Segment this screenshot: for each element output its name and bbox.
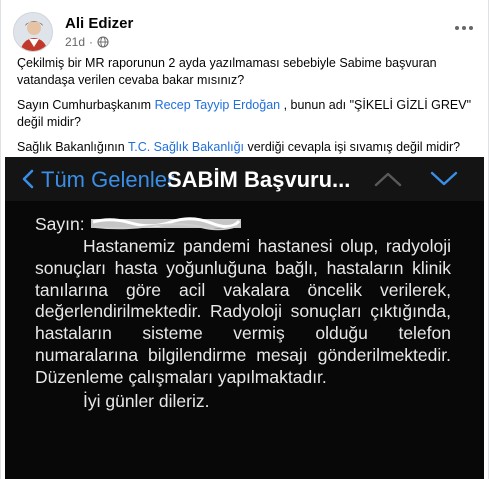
- post-paragraph-3: Sağlık Bakanlığının T.C. Sağlık Bakanlığ…: [17, 139, 477, 156]
- post-time[interactable]: 21d: [65, 35, 85, 49]
- author-name[interactable]: Ali Edizer: [65, 15, 133, 32]
- chevron-left-icon[interactable]: [21, 169, 35, 189]
- post-header: Ali Edizer 21d ·: [13, 12, 478, 52]
- post-card: Ali Edizer 21d · Çekilmiş bir MR raporun…: [0, 0, 489, 479]
- p2-text-before: Sayın Cumhurbaşkanım: [17, 98, 155, 112]
- salutation-line: Sayın:: [35, 214, 451, 236]
- post-text: Çekilmiş bir MR raporunun 2 ayda yazılma…: [17, 55, 477, 164]
- message-body: Sayın: Hastanemiz pandemi hastanesi olup…: [35, 214, 451, 412]
- separator-dot: ·: [89, 35, 94, 49]
- avatar[interactable]: [13, 12, 53, 52]
- salutation: Sayın:: [35, 214, 85, 234]
- back-button-label[interactable]: Tüm Gelenler: [41, 167, 174, 193]
- attached-screenshot[interactable]: Tüm Gelenler SABİM Başvuru... Sayın: Has…: [5, 157, 484, 479]
- mention-link-saglik-bakanligi[interactable]: T.C. Sağlık Bakanlığı: [128, 140, 244, 154]
- more-options-icon[interactable]: [450, 18, 478, 38]
- chevron-down-icon[interactable]: [429, 169, 459, 189]
- globe-icon: [97, 36, 109, 48]
- chevron-up-icon[interactable]: [373, 169, 403, 189]
- post-paragraph-2: Sayın Cumhurbaşkanım Recep Tayyip Erdoğa…: [17, 97, 477, 131]
- phone-nav-bar: Tüm Gelenler SABİM Başvuru...: [5, 157, 484, 201]
- message-paragraph: Hastanemiz pandemi hastanesi olup, radyo…: [35, 236, 451, 387]
- avatar-image: [14, 13, 52, 51]
- post-meta: 21d ·: [65, 35, 109, 49]
- post-paragraph-1: Çekilmiş bir MR raporunun 2 ayda yazılma…: [17, 56, 437, 87]
- mention-link-erdogan[interactable]: Recep Tayyip Erdoğan: [155, 98, 281, 112]
- p3-text-before: Sağlık Bakanlığının: [17, 140, 128, 154]
- message-closing: İyi günler dileriz.: [83, 390, 210, 411]
- phone-nav-title: SABİM Başvuru...: [167, 167, 351, 192]
- redacted-name-scribble: [91, 217, 241, 231]
- p3-text-after: verdiği cevapla işi sıvamış değil midir?: [244, 140, 461, 154]
